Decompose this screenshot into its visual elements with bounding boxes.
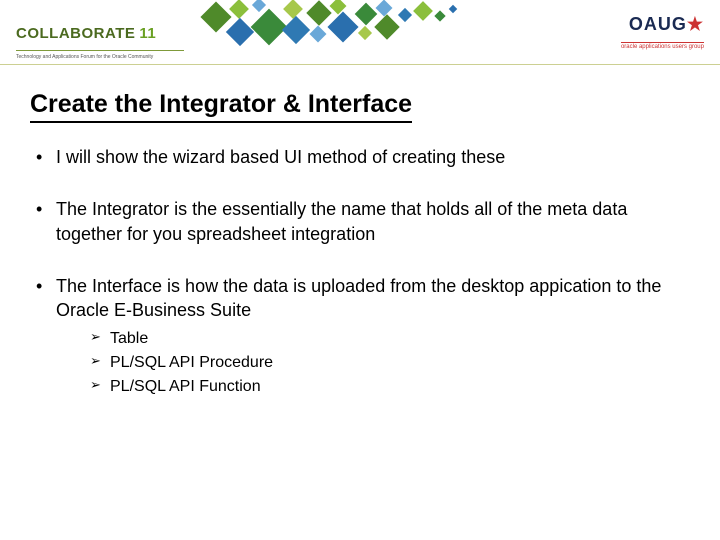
oaug-text: OAUG — [629, 14, 687, 34]
bullet-text: I will show the wizard based UI method o… — [56, 147, 505, 167]
oaug-sub: oracle applications users group — [621, 42, 704, 50]
slide-title: Create the Integrator & Interface — [30, 90, 412, 123]
pixel-square — [376, 0, 393, 16]
pixel-square — [252, 0, 266, 12]
bullet-item: The Integrator is the essentially the na… — [30, 197, 690, 246]
bullet-text: The Interface is how the data is uploade… — [56, 276, 661, 320]
pixel-square — [283, 0, 303, 19]
bullet-text: The Integrator is the essentially the na… — [56, 199, 627, 243]
bullet-list: I will show the wizard based UI method o… — [30, 145, 690, 397]
pixel-square — [306, 0, 331, 25]
sub-bullet-list: TablePL/SQL API ProcedurePL/SQL API Func… — [90, 328, 690, 397]
pixel-square — [251, 9, 288, 46]
pixel-square — [355, 3, 378, 26]
header-rule — [0, 64, 720, 65]
collaborate-logo: COLLABORATE 11 Technology and Applicatio… — [16, 16, 184, 51]
pixel-square — [398, 8, 412, 22]
collab-year: 11 — [139, 25, 156, 42]
sub-bullet-item: Table — [90, 328, 690, 350]
slide-content: Create the Integrator & Interface I will… — [30, 90, 690, 425]
bullet-item: I will show the wizard based UI method o… — [30, 145, 690, 169]
collab-word: COLLABORATE — [16, 25, 135, 42]
pixel-square — [434, 10, 445, 21]
pixel-square — [229, 0, 249, 19]
pixel-square — [226, 18, 254, 46]
sub-bullet-item: PL/SQL API Function — [90, 376, 690, 398]
pixel-square — [327, 11, 358, 42]
pixel-square — [200, 1, 231, 32]
star-icon: ★ — [687, 14, 704, 34]
pixel-decoration — [190, 0, 490, 65]
pixel-square — [310, 26, 327, 43]
bullet-item: The Interface is how the data is uploade… — [30, 274, 690, 397]
slide-header: COLLABORATE 11 Technology and Applicatio… — [0, 0, 720, 70]
oaug-main: OAUG★ — [621, 14, 704, 35]
pixel-square — [358, 26, 372, 40]
sub-bullet-item: PL/SQL API Procedure — [90, 352, 690, 374]
pixel-square — [374, 14, 399, 39]
pixel-square — [413, 1, 433, 21]
pixel-square — [449, 5, 457, 13]
collab-tagline: Technology and Applications Forum for th… — [16, 54, 153, 60]
pixel-square — [282, 16, 310, 44]
oaug-logo: OAUG★ oracle applications users group — [621, 14, 704, 53]
